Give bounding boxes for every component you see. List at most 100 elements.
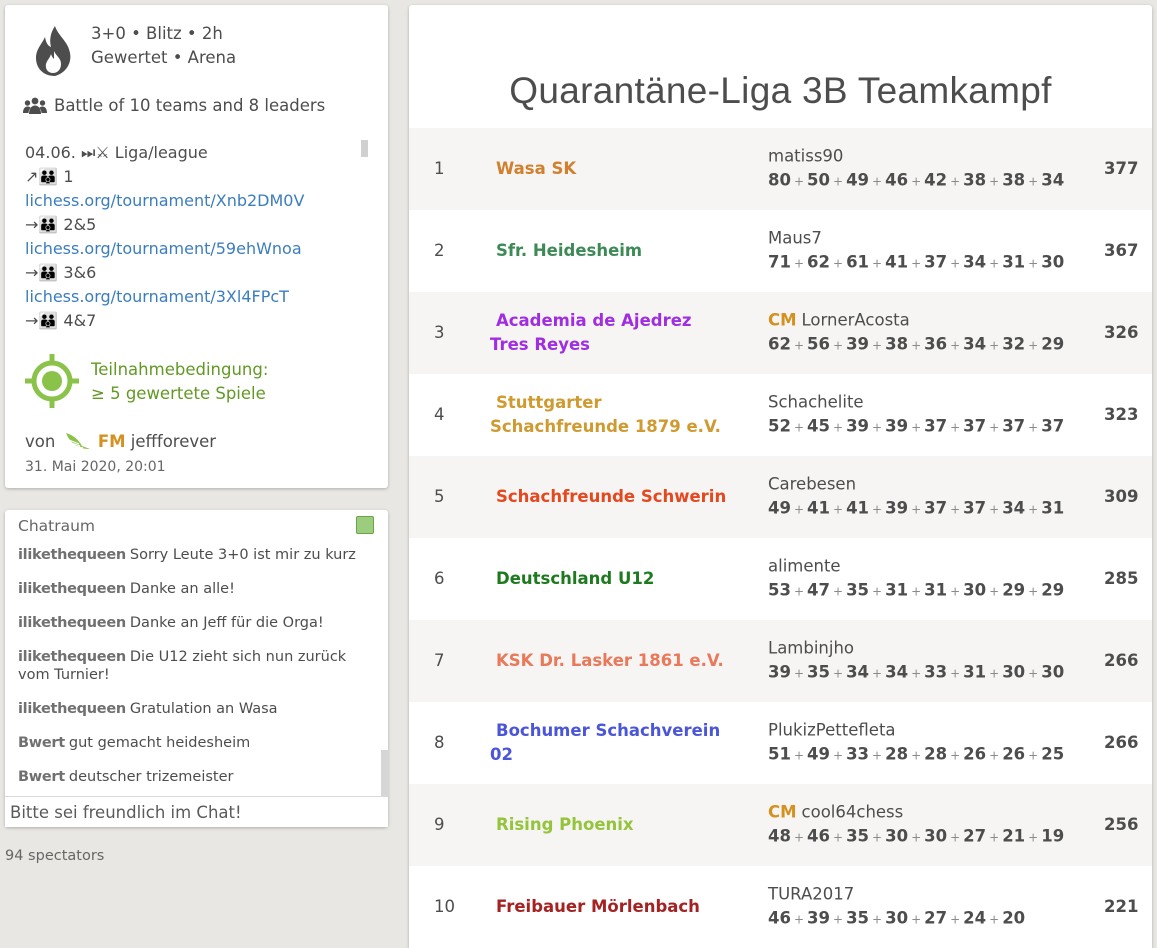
- player-score: 33: [846, 744, 870, 764]
- entry-condition-value: ≥ 5 gewertete Spiele: [91, 384, 266, 403]
- plus-sign: +: [872, 912, 883, 927]
- standings-row[interactable]: 10 Freibauer Mörlenbach TURA2017 46 +39 +35 +…: [409, 866, 1152, 948]
- player-score: 28: [924, 744, 948, 764]
- chat-username[interactable]: ilikethequeen: [18, 615, 126, 631]
- leader-name[interactable]: Maus7: [768, 229, 822, 248]
- standings-row[interactable]: 6 Deutschland U12 alimente 53 +47 +35 +31 +31 +…: [409, 538, 1152, 620]
- standings-row[interactable]: 1 Wasa SK matiss90 80 +50 +49 +46 +42 +38 +38 +34…: [409, 128, 1152, 210]
- chat-text: Danke an Jeff für die Orga!: [129, 615, 324, 631]
- plus-sign: +: [1028, 338, 1039, 353]
- creator-name[interactable]: jeffforever: [131, 432, 216, 451]
- leader-name[interactable]: TURA2017: [768, 885, 854, 904]
- player-score: 37: [1002, 416, 1026, 436]
- chat-message: Bwert deutscher trizemeister: [18, 768, 373, 786]
- team-name[interactable]: Deutschland U12: [490, 567, 730, 591]
- team-total-score: 377: [1104, 159, 1139, 178]
- chat-username[interactable]: Bwert: [18, 769, 65, 785]
- player-score: 31: [963, 662, 987, 682]
- chat-message: Bwert gut gemacht heidesheim: [18, 734, 373, 752]
- team-leaders: Carebesen 49 +41 +41 +39 +37 +37 +34 +31: [768, 473, 1078, 522]
- player-score: 35: [846, 826, 870, 846]
- plus-sign: +: [1028, 666, 1039, 681]
- plus-sign: +: [989, 256, 1000, 271]
- plus-sign: +: [793, 912, 805, 927]
- chat-username[interactable]: ilikethequeen: [18, 581, 126, 597]
- player-score: 27: [963, 826, 987, 846]
- team-name[interactable]: Freibauer Mörlenbach: [490, 895, 730, 919]
- standings-row[interactable]: 4 Stuttgarter Schachfreunde 1879 e.V. Scha…: [409, 374, 1152, 456]
- leader-name[interactable]: matiss90: [768, 147, 843, 166]
- fire-icon: [36, 26, 71, 76]
- player-score: 30: [885, 908, 909, 928]
- plus-sign: +: [833, 420, 844, 435]
- leader-name[interactable]: Lambinjho: [768, 639, 854, 658]
- plus-sign: +: [872, 174, 883, 189]
- team-name[interactable]: Wasa SK: [490, 157, 730, 181]
- player-score: 49: [768, 498, 791, 518]
- player-score: 46: [768, 908, 791, 928]
- plus-sign: +: [950, 174, 961, 189]
- plus-sign: +: [833, 666, 844, 681]
- leader-name[interactable]: Schachelite: [768, 393, 864, 412]
- player-score: 24: [963, 908, 987, 928]
- plus-sign: +: [793, 748, 805, 763]
- leader-name[interactable]: LornerAcosta: [802, 311, 910, 330]
- chat-username[interactable]: ilikethequeen: [18, 701, 126, 717]
- standings-row[interactable]: 9 Rising Phoenix CM cool64chess 48 +46 +35 +30…: [409, 784, 1152, 866]
- tournament-description: 04.06. ⏭⚔ Liga/league ↗👪 1 lichess.org/t…: [25, 141, 355, 333]
- chat-text: gut gemacht heidesheim: [68, 735, 251, 751]
- standings-row[interactable]: 3 Academia de Ajedrez Tres Reyes CM LornerA…: [409, 292, 1152, 374]
- description-scrollbar[interactable]: [361, 140, 368, 157]
- team-name[interactable]: Bochumer Schachverein 02: [490, 719, 730, 767]
- tournament-link[interactable]: lichess.org/tournament/Xnb2DM0V: [25, 189, 355, 213]
- team-name[interactable]: Schachfreunde Schwerin: [490, 485, 730, 509]
- plus-sign: +: [793, 830, 805, 845]
- plus-sign: +: [989, 420, 1000, 435]
- tournament-link[interactable]: lichess.org/tournament/59ehWnoa: [25, 237, 355, 261]
- player-score: 37: [963, 498, 987, 518]
- player-score: 35: [846, 580, 870, 600]
- team-name[interactable]: Stuttgarter Schachfreunde 1879 e.V.: [490, 391, 730, 439]
- plus-sign: +: [950, 502, 961, 517]
- player-score: 34: [963, 334, 987, 354]
- chat-username[interactable]: ilikethequeen: [18, 649, 126, 665]
- team-name[interactable]: KSK Dr. Lasker 1861 e.V.: [490, 649, 730, 673]
- standings-row[interactable]: 5 Schachfreunde Schwerin Carebesen 49 +41 +4…: [409, 456, 1152, 538]
- player-score: 51: [768, 744, 791, 764]
- player-score: 56: [807, 334, 830, 354]
- standings-table: 1 Wasa SK matiss90 80 +50 +49 +46 +42 +38 +38 +34…: [409, 128, 1152, 948]
- player-score: 31: [1002, 252, 1026, 272]
- plus-sign: +: [989, 174, 1000, 189]
- standings-row[interactable]: 8 Bochumer Schachverein 02 PlukizPetteflet…: [409, 702, 1152, 784]
- chat-toggle-checkbox[interactable]: [356, 516, 374, 534]
- leader-name[interactable]: Carebesen: [768, 475, 856, 494]
- player-score: 26: [1002, 744, 1026, 764]
- leader-name[interactable]: cool64chess: [802, 803, 904, 822]
- leader-name[interactable]: PlukizPettefleta: [768, 721, 896, 740]
- player-score: 37: [963, 416, 987, 436]
- standings-row[interactable]: 2 Sfr. Heidesheim Maus7 71 +62 +61 +41 +37 +34 +…: [409, 210, 1152, 292]
- plus-sign: +: [989, 748, 1000, 763]
- tournament-link[interactable]: lichess.org/tournament/3Xl4FPcT: [25, 285, 355, 309]
- team-standings-panel: Quarantäne-Liga 3B Teamkampf 1 Wasa SK mat…: [409, 5, 1152, 948]
- team-name[interactable]: Sfr. Heidesheim: [490, 239, 730, 263]
- player-score: 39: [885, 498, 909, 518]
- player-score: 71: [768, 252, 791, 272]
- plus-sign: +: [793, 338, 805, 353]
- team-rank: 5: [434, 487, 445, 506]
- team-name[interactable]: Academia de Ajedrez Tres Reyes: [490, 309, 730, 357]
- chat-username[interactable]: ilikethequeen: [18, 547, 126, 563]
- creator-title: FM: [97, 432, 126, 451]
- chat-username[interactable]: Bwert: [18, 735, 65, 751]
- chat-scrollbar[interactable]: [381, 750, 389, 796]
- team-rank: 8: [434, 733, 445, 752]
- standings-row[interactable]: 7 KSK Dr. Lasker 1861 e.V. Lambinjho 39 +35…: [409, 620, 1152, 702]
- chat-message: ilikethequeen Sorry Leute 3+0 ist mir zu …: [18, 546, 373, 564]
- player-score: 80: [768, 170, 791, 190]
- player-score: 35: [807, 662, 830, 682]
- team-name[interactable]: Rising Phoenix: [490, 813, 730, 837]
- chat-input[interactable]: [5, 796, 388, 827]
- leader-name[interactable]: alimente: [768, 557, 841, 576]
- player-score: 37: [924, 416, 948, 436]
- target-icon: [25, 354, 79, 408]
